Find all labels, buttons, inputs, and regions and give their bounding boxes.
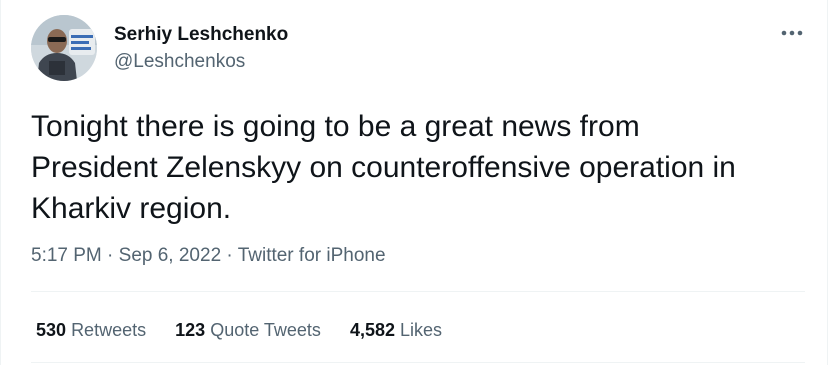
avatar-photo [31, 15, 97, 81]
avatar[interactable] [31, 15, 97, 81]
likes-count: 4,582 [349, 320, 395, 340]
tweet-stats: 530 Retweets 123 Quote Tweets 4,582 Like… [36, 318, 466, 342]
more-dots-icon [781, 30, 803, 36]
retweets-count: 530 [36, 320, 67, 340]
tweet-source[interactable]: Twitter for iPhone [238, 245, 386, 266]
meta-separator: · [226, 245, 233, 266]
quote-tweets-stat[interactable]: 123 Quote Tweets [175, 318, 321, 342]
author-handle[interactable]: @Leshchenkos [114, 50, 288, 74]
likes-stat[interactable]: 4,582 Likes [350, 318, 442, 342]
tweet-card: Serhiy Leshchenko @Leshchenkos Tonight t… [0, 0, 828, 365]
more-options-button[interactable] [779, 22, 805, 44]
author-block: Serhiy Leshchenko @Leshchenkos [114, 23, 288, 74]
divider [31, 291, 805, 292]
tweet-date[interactable]: Sep 6, 2022 [119, 245, 221, 266]
tweet-time[interactable]: 5:17 PM [31, 245, 102, 266]
divider [31, 362, 805, 363]
author-display-name[interactable]: Serhiy Leshchenko [114, 23, 288, 47]
tweet-meta: 5:17 PM · Sep 6, 2022 · Twitter for iPho… [31, 244, 386, 268]
retweets-stat[interactable]: 530 Retweets [36, 318, 146, 342]
tweet-text: Tonight there is going to be a great new… [31, 110, 736, 225]
meta-separator: · [107, 245, 114, 266]
retweets-label: Retweets [71, 320, 147, 340]
quote-tweets-label: Quote Tweets [210, 320, 321, 340]
quote-tweets-count: 123 [175, 320, 206, 340]
likes-label: Likes [400, 320, 443, 340]
